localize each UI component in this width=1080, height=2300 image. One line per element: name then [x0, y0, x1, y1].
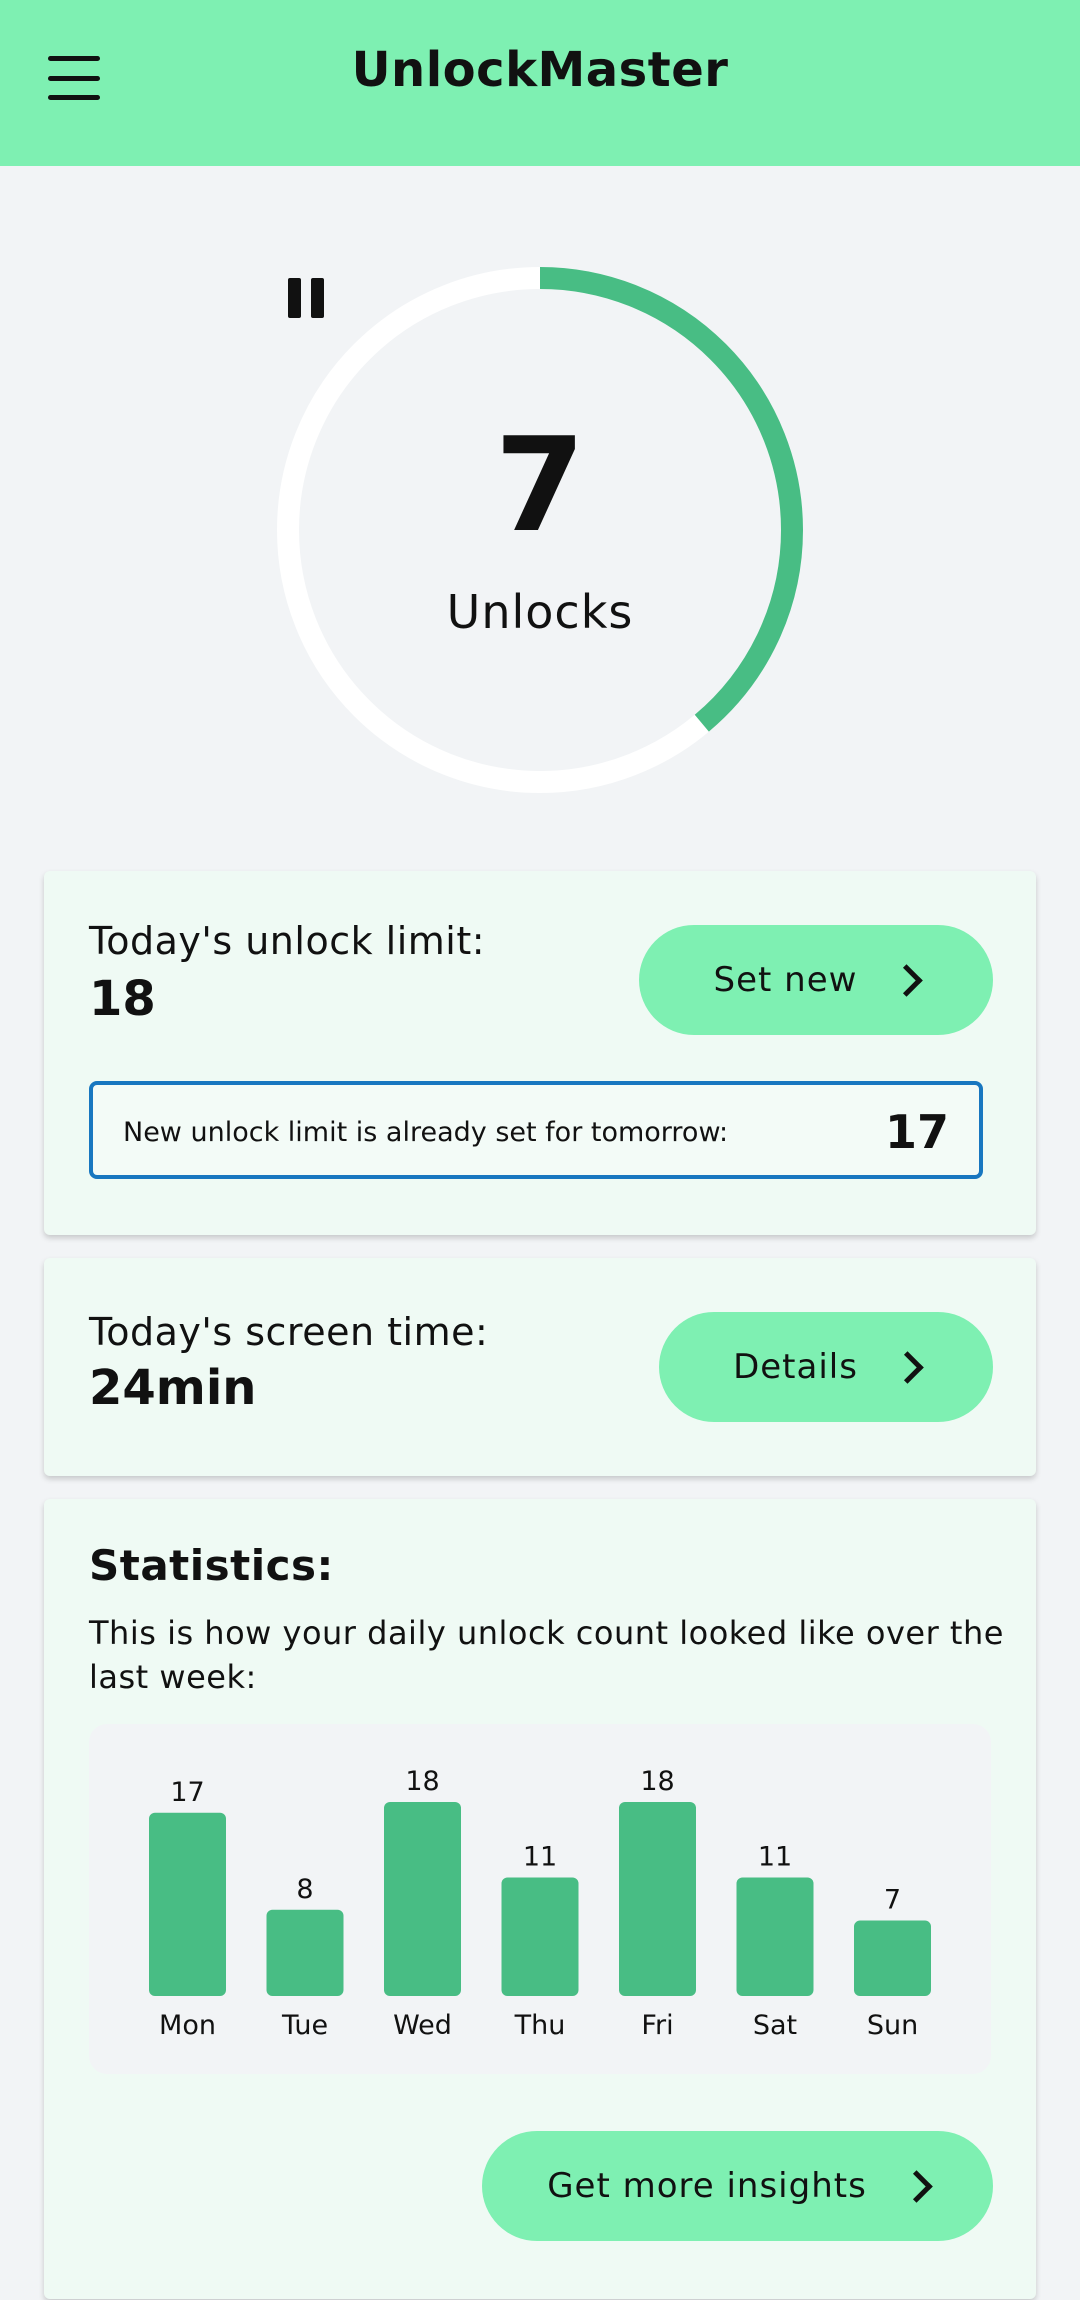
screen-time-value: 24min — [89, 1360, 257, 1416]
statistics-card: Statistics: This is how your daily unloc… — [44, 1499, 1036, 2299]
chart-bar-thu — [501, 1877, 579, 1996]
tomorrow-limit-value: 17 — [884, 1105, 949, 1159]
unlock-limit-value: 18 — [89, 971, 156, 1027]
chart-value-label: 17 — [170, 1777, 204, 1808]
chevron-right-icon — [891, 1350, 924, 1384]
details-button[interactable]: Details — [659, 1312, 993, 1422]
chart-value-label: 11 — [523, 1841, 557, 1872]
statistics-description: This is how your daily unlock count look… — [89, 1614, 1004, 1696]
screen-time-card: Today's screen time: 24min Details — [44, 1258, 1036, 1476]
set-new-limit-button[interactable]: Set new — [639, 925, 993, 1035]
chart-value-label: 11 — [758, 1841, 792, 1872]
chart-category-label: Tue — [281, 2010, 328, 2041]
unlock-count-label: Unlocks — [446, 585, 634, 639]
pause-icon[interactable] — [288, 278, 326, 318]
screen-time-label: Today's screen time: — [89, 1310, 489, 1354]
get-more-insights-button[interactable]: Get more insights — [482, 2131, 993, 2241]
chart-value-label: 18 — [405, 1766, 439, 1797]
chart-bar-tue — [266, 1909, 344, 1996]
tomorrow-limit-text: New unlock limit is already set for tomo… — [123, 1117, 729, 1148]
chart-value-label: 7 — [884, 1885, 901, 1916]
details-label: Details — [733, 1347, 858, 1387]
chart-category-label: Mon — [159, 2010, 216, 2041]
chart-category-label: Fri — [641, 2010, 673, 2041]
chevron-right-icon — [890, 963, 924, 997]
tomorrow-limit-notice: New unlock limit is already set for tomo… — [89, 1081, 983, 1179]
unlock-count: 7 — [494, 409, 586, 561]
chart-bar-fri — [619, 1802, 696, 1996]
get-more-insights-label: Get more insights — [547, 2166, 867, 2206]
chart-category-label: Wed — [393, 2010, 452, 2041]
chart-value-label: 18 — [640, 1766, 674, 1797]
weekly-unlock-chart: 17 Mon 8 Tue 18 Wed 11 Thu 18 Fri 11 Sat 7 Sun — [89, 1724, 991, 2074]
app-bar: UnlockMaster — [0, 0, 1080, 166]
chart-bar-wed — [384, 1802, 461, 1996]
statistics-title: Statistics: — [89, 1541, 334, 1590]
chevron-right-icon — [900, 2169, 933, 2203]
unlock-limit-label: Today's unlock limit: — [89, 919, 486, 963]
chart-bar-sat — [736, 1877, 814, 1996]
unlock-limit-card: Today's unlock limit: 18 Set new New unl… — [44, 871, 1036, 1235]
app-title: UnlockMaster — [351, 42, 729, 98]
chart-category-label: Sun — [867, 2010, 918, 2041]
chart-category-label: Thu — [514, 2010, 566, 2041]
chart-category-label: Sat — [753, 2010, 797, 2041]
chart-value-label: 8 — [296, 1874, 313, 1905]
chart-bar-mon — [149, 1812, 226, 1996]
set-new-label: Set new — [713, 960, 858, 1000]
chart-bar-sun — [854, 1920, 931, 1996]
